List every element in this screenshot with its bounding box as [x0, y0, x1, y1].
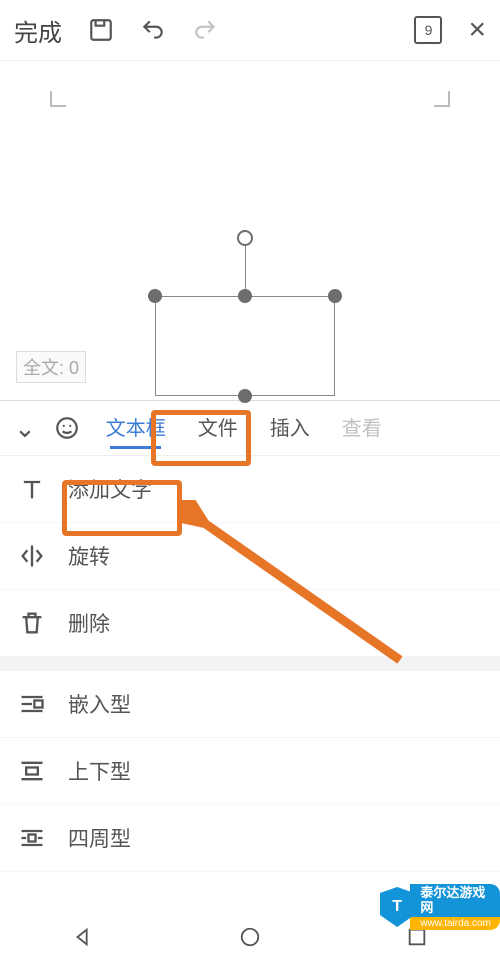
resize-handle[interactable]: [238, 389, 252, 403]
save-icon[interactable]: [88, 17, 114, 43]
wrap-topbottom-icon: [18, 757, 46, 785]
done-button[interactable]: 完成: [14, 13, 62, 48]
selected-textbox[interactable]: [155, 296, 335, 396]
panel-tabstrip: ⌄ 文本框 文件 插入 查看: [0, 400, 500, 456]
tab-insert[interactable]: 插入: [268, 402, 312, 455]
page-corner-tl: [50, 91, 66, 107]
word-count-badge: 全文: 0: [16, 351, 86, 383]
page-count-badge[interactable]: 9: [414, 16, 442, 44]
nav-recents-icon[interactable]: [406, 926, 428, 948]
action-label: 旋转: [68, 541, 110, 571]
wrap-label: 嵌入型: [68, 689, 131, 719]
page-corner-tr: [434, 91, 450, 107]
system-navbar: [0, 907, 500, 967]
top-toolbar: 完成 9 ×: [0, 0, 500, 60]
textbox-actions-menu: 添加文字 旋转 删除: [0, 456, 500, 657]
text-wrap-menu: 嵌入型 上下型 四周型: [0, 671, 500, 872]
wrap-around[interactable]: 四周型: [0, 805, 500, 872]
wrap-top-bottom[interactable]: 上下型: [0, 738, 500, 805]
action-rotate[interactable]: 旋转: [0, 523, 500, 590]
resize-handle[interactable]: [328, 289, 342, 303]
undo-icon[interactable]: [140, 17, 166, 43]
section-divider: [0, 657, 500, 671]
wrap-label: 四周型: [68, 823, 131, 853]
tab-view[interactable]: 查看: [340, 402, 384, 455]
rotation-handle-icon[interactable]: [237, 230, 253, 246]
selection-frame: [155, 296, 335, 396]
action-label: 删除: [68, 608, 110, 638]
mirror-icon: [18, 542, 46, 570]
resize-handle[interactable]: [148, 289, 162, 303]
tab-textbox[interactable]: 文本框: [104, 402, 168, 455]
nav-back-icon[interactable]: [72, 926, 94, 948]
document-canvas[interactable]: 全文: 0: [0, 60, 500, 400]
resize-handle[interactable]: [238, 289, 252, 303]
emoji-icon[interactable]: [54, 415, 80, 441]
text-icon: [18, 475, 46, 503]
action-label: 添加文字: [68, 474, 152, 504]
wrap-inline-icon: [18, 690, 46, 718]
tab-file[interactable]: 文件: [196, 402, 240, 455]
wrap-around-icon: [18, 824, 46, 852]
action-add-text[interactable]: 添加文字: [0, 456, 500, 523]
wrap-inline[interactable]: 嵌入型: [0, 671, 500, 738]
trash-icon: [18, 609, 46, 637]
close-icon[interactable]: ×: [468, 15, 486, 45]
redo-icon: [192, 17, 218, 43]
collapse-panel-chevron-icon[interactable]: ⌄: [14, 413, 36, 444]
wrap-label: 上下型: [68, 756, 131, 786]
nav-home-icon[interactable]: [239, 926, 261, 948]
action-delete[interactable]: 删除: [0, 590, 500, 657]
